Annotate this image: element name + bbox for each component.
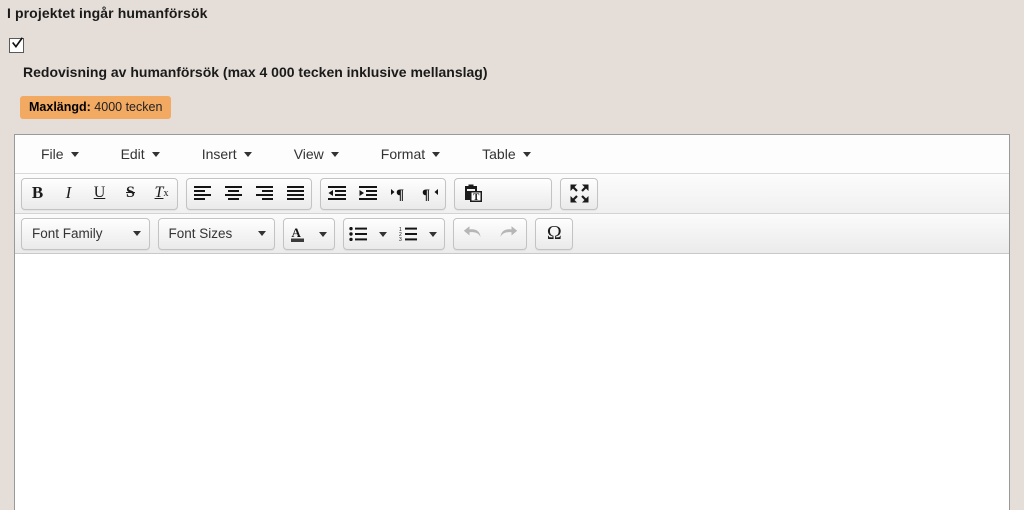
- align-center-button[interactable]: [218, 179, 249, 207]
- align-left-button[interactable]: [187, 179, 218, 207]
- editor-content-area[interactable]: [15, 254, 1009, 509]
- font-sizes-select[interactable]: Font Sizes: [159, 219, 275, 247]
- font-sizes-label: Font Sizes: [168, 225, 233, 241]
- strikethrough-button[interactable]: S: [115, 179, 146, 207]
- charmap-group: Ω: [535, 218, 574, 250]
- editor-toolbar-row-2: Font Family Font Sizes A 1 2 3 Ω: [15, 214, 1009, 254]
- field-label: Redovisning av humanförsök (max 4 000 te…: [23, 64, 488, 80]
- text-style-group: B I U S Tx: [21, 178, 178, 210]
- redo-icon: [500, 226, 517, 237]
- bullet-list-icon: [349, 227, 368, 241]
- fullscreen-group: [560, 178, 598, 210]
- font-family-group: Font Family: [21, 218, 150, 250]
- numbered-list-icon: 1 2 3: [399, 227, 418, 241]
- forecolor-group: A: [283, 218, 336, 250]
- bullet-list-dropdown[interactable]: [372, 220, 394, 248]
- menu-file-label: File: [41, 146, 64, 162]
- paste-as-text-button[interactable]: T: [455, 179, 491, 207]
- svg-text:T: T: [473, 193, 480, 203]
- page-title: I projektet ingår humanförsök: [7, 5, 208, 21]
- fullscreen-icon: [570, 184, 588, 202]
- max-length-value: 4000 tecken: [94, 100, 163, 114]
- align-justify-button[interactable]: [280, 179, 311, 207]
- paste-as-text-icon: T: [464, 184, 482, 203]
- ltr-icon: ¶: [390, 187, 404, 201]
- humanforsok-checkbox[interactable]: [9, 37, 24, 53]
- checkmark-icon: [12, 37, 23, 49]
- menu-edit[interactable]: Edit: [111, 142, 170, 166]
- numbered-list-button[interactable]: 1 2 3: [394, 220, 422, 248]
- chevron-down-icon: [379, 231, 388, 237]
- svg-text:A: A: [292, 225, 302, 240]
- menu-view-label: View: [293, 146, 324, 162]
- align-justify-icon: [287, 186, 304, 200]
- chevron-down-icon: [522, 151, 531, 157]
- font-family-select[interactable]: Font Family: [22, 219, 149, 247]
- chevron-down-icon: [70, 151, 79, 157]
- menu-table[interactable]: Table: [472, 142, 540, 166]
- text-color-dropdown[interactable]: [312, 220, 334, 248]
- menu-format-label: Format: [380, 146, 426, 162]
- align-right-icon: [256, 186, 273, 200]
- undo-button[interactable]: [454, 219, 490, 247]
- menu-format[interactable]: Format: [371, 142, 450, 166]
- underline-button[interactable]: U: [84, 179, 115, 207]
- ltr-button[interactable]: ¶: [383, 179, 414, 207]
- fullscreen-button[interactable]: [561, 179, 597, 207]
- paste-group: T: [454, 178, 552, 210]
- max-length-badge: Maxlängd: 4000 tecken: [20, 96, 172, 119]
- list-group: 1 2 3: [343, 218, 446, 250]
- history-group: [453, 218, 528, 250]
- text-color-icon: A: [291, 225, 305, 242]
- undo-icon: [463, 226, 481, 237]
- font-family-label: Font Family: [32, 225, 103, 241]
- align-center-icon: [225, 186, 242, 200]
- menu-view[interactable]: View: [284, 142, 349, 166]
- indent-direction-group: ¶ ¶: [320, 178, 446, 210]
- bullet-list-button[interactable]: [344, 220, 372, 248]
- special-character-button[interactable]: Ω: [536, 219, 572, 247]
- remove-format-button[interactable]: Tx: [146, 179, 177, 207]
- chevron-down-icon: [429, 231, 438, 237]
- italic-button[interactable]: I: [53, 179, 84, 207]
- align-left-icon: [194, 186, 211, 200]
- chevron-down-icon: [132, 230, 141, 236]
- numbered-list-dropdown[interactable]: [422, 220, 444, 248]
- menu-insert-label: Insert: [201, 146, 237, 162]
- menu-file[interactable]: File: [31, 142, 89, 166]
- align-right-button[interactable]: [249, 179, 280, 207]
- menu-table-label: Table: [482, 146, 516, 162]
- indent-button[interactable]: [352, 179, 383, 207]
- chevron-down-icon: [258, 230, 267, 236]
- menu-edit-label: Edit: [120, 146, 145, 162]
- rtl-button[interactable]: ¶: [414, 179, 445, 207]
- svg-text:¶: ¶: [396, 187, 404, 201]
- rtl-icon: ¶: [422, 187, 438, 201]
- chevron-down-icon: [432, 151, 441, 157]
- text-color-button[interactable]: A: [284, 220, 312, 248]
- alignment-group: [186, 178, 312, 210]
- bold-button[interactable]: B: [22, 179, 53, 207]
- page-root: I projektet ingår humanförsök Redovisnin…: [0, 0, 1024, 510]
- svg-text:¶: ¶: [422, 187, 430, 201]
- font-sizes-group: Font Sizes: [157, 218, 276, 250]
- menu-insert[interactable]: Insert: [192, 142, 262, 166]
- redo-button[interactable]: [490, 219, 526, 247]
- chevron-down-icon: [151, 151, 160, 157]
- svg-text:3: 3: [399, 237, 402, 241]
- editor-toolbar-row-1: B I U S Tx ¶ ¶ T: [15, 174, 1009, 214]
- outdent-button[interactable]: [321, 179, 352, 207]
- max-length-label: Maxlängd:: [29, 100, 91, 114]
- indent-icon: [358, 186, 377, 200]
- outdent-icon: [327, 186, 346, 200]
- rich-text-editor: File Edit Insert View Format Table B I U…: [14, 134, 1010, 510]
- editor-menubar: File Edit Insert View Format Table: [15, 135, 1009, 174]
- chevron-down-icon: [243, 151, 252, 157]
- chevron-down-icon: [319, 231, 328, 237]
- chevron-down-icon: [330, 151, 339, 157]
